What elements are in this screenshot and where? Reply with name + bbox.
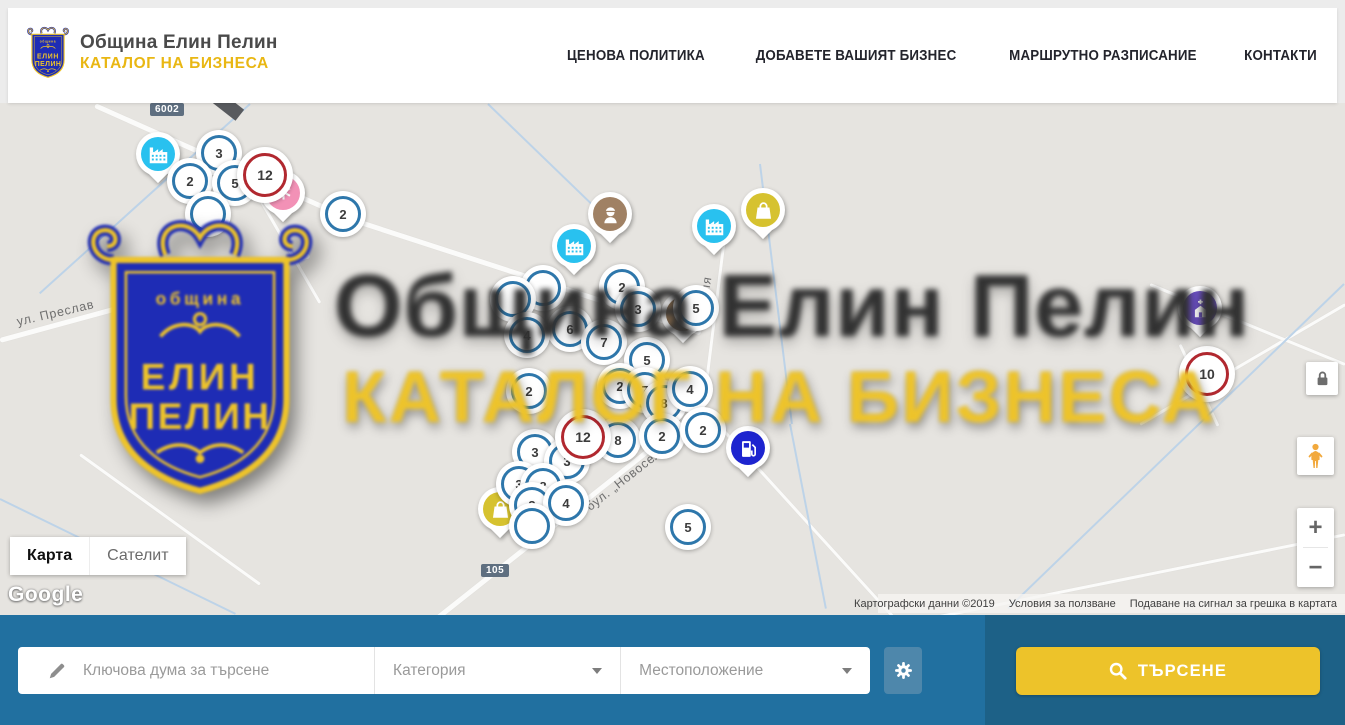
street-view-pegman-button[interactable] [1297, 437, 1334, 475]
svg-text:ЕЛИН: ЕЛИН [37, 53, 59, 60]
svg-text:ПЕЛИН: ПЕЛИН [35, 61, 62, 68]
nav-item-transport-schedule[interactable]: МАРШРУТНО РАЗПИСАНИЕ [1009, 48, 1197, 64]
search-submit-button[interactable]: ТЪРСЕНЕ [1016, 647, 1320, 695]
site-title: Община Елин Пелин [80, 32, 278, 54]
attribution-report-link[interactable]: Подаване на сигнал за грешка в картата [1130, 598, 1337, 610]
svg-text:ЕЛИН: ЕЛИН [141, 356, 260, 398]
nav-item-add-business[interactable]: ДОБАВЕТЕ ВАШИЯТ БИЗНЕС [756, 48, 957, 64]
chevron-down-icon [842, 668, 852, 674]
map-lock-button[interactable] [1306, 362, 1338, 395]
google-map[interactable]: 6002 105 ул. Преслав бул. „Новосел ция 3… [0, 103, 1345, 615]
keyword-search-input[interactable] [81, 661, 335, 681]
search-icon [1109, 662, 1127, 680]
google-logo: Google [8, 583, 83, 607]
location-select[interactable]: Местоположение [620, 647, 870, 694]
svg-text:община: община [40, 40, 57, 44]
search-fields: Категория Местоположение [18, 647, 870, 694]
site-brand[interactable]: община ЕЛИН ПЕЛИН Община Елин Пелин КАТА… [25, 25, 278, 79]
category-select[interactable]: Категория [374, 647, 620, 694]
site-header: община ЕЛИН ПЕЛИН Община Елин Пелин КАТА… [8, 8, 1337, 103]
attribution-terms-link[interactable]: Условия за ползване [1009, 598, 1116, 610]
location-select-value: Местоположение [639, 662, 763, 680]
map-pin-factory[interactable] [692, 204, 736, 260]
zoom-control: + − [1297, 508, 1334, 587]
map-cluster[interactable]: 12 [237, 147, 293, 203]
main-nav: ЦЕНОВА ПОЛИТИКА ДОБАВЕТЕ ВАШИЯТ БИЗНЕС М… [561, 8, 1320, 103]
map-attribution: Картографски данни ©2019 Условия за полз… [878, 594, 1345, 613]
watermark-title: Община Елин Пелин [334, 255, 1250, 357]
attribution-data: Картографски данни ©2019 [854, 598, 995, 610]
svg-text:община: община [156, 288, 245, 308]
keyword-field-wrap [18, 647, 374, 694]
map-cluster[interactable]: 2 [320, 191, 366, 237]
pegman-icon [1307, 443, 1324, 469]
road-badge-6002: 6002 [150, 103, 184, 116]
watermark-subtitle: КАТАЛОГ НА БИЗНЕСА [342, 356, 1216, 439]
zoom-in-button[interactable]: + [1297, 508, 1334, 547]
municipality-crest-logo: община ЕЛИН ПЕЛИН [25, 25, 71, 79]
nav-item-contacts[interactable]: КОНТАКТИ [1244, 48, 1317, 64]
lock-icon [1315, 370, 1330, 387]
zoom-out-button[interactable]: − [1297, 548, 1334, 587]
search-button-label: ТЪРСЕНЕ [1138, 662, 1227, 681]
svg-text:ПЕЛИН: ПЕЛИН [128, 395, 271, 437]
map-type-map-button[interactable]: Карта [10, 537, 89, 575]
page-top-strip [0, 0, 1345, 8]
advanced-settings-button[interactable] [884, 647, 922, 694]
gear-icon [894, 661, 913, 680]
nav-item-pricing[interactable]: ЦЕНОВА ПОЛИТИКА [567, 48, 705, 64]
road-badge-105: 105 [481, 564, 509, 577]
site-subtitle: КАТАЛОГ НА БИЗНЕСА [80, 54, 278, 73]
search-bar: Категория Местоположение ТЪРСЕНЕ [0, 615, 1345, 725]
map-type-control: Карта Сателит [10, 537, 186, 575]
map-cluster[interactable] [509, 503, 555, 549]
map-type-satellite-button[interactable]: Сателит [89, 537, 185, 575]
map-pin-bag[interactable] [741, 188, 785, 244]
map-cluster[interactable]: 5 [665, 504, 711, 550]
category-select-value: Категория [393, 662, 465, 680]
watermark-crest: община ЕЛИН ПЕЛИН [76, 213, 324, 497]
chevron-down-icon [592, 668, 602, 674]
pencil-icon [48, 661, 67, 680]
